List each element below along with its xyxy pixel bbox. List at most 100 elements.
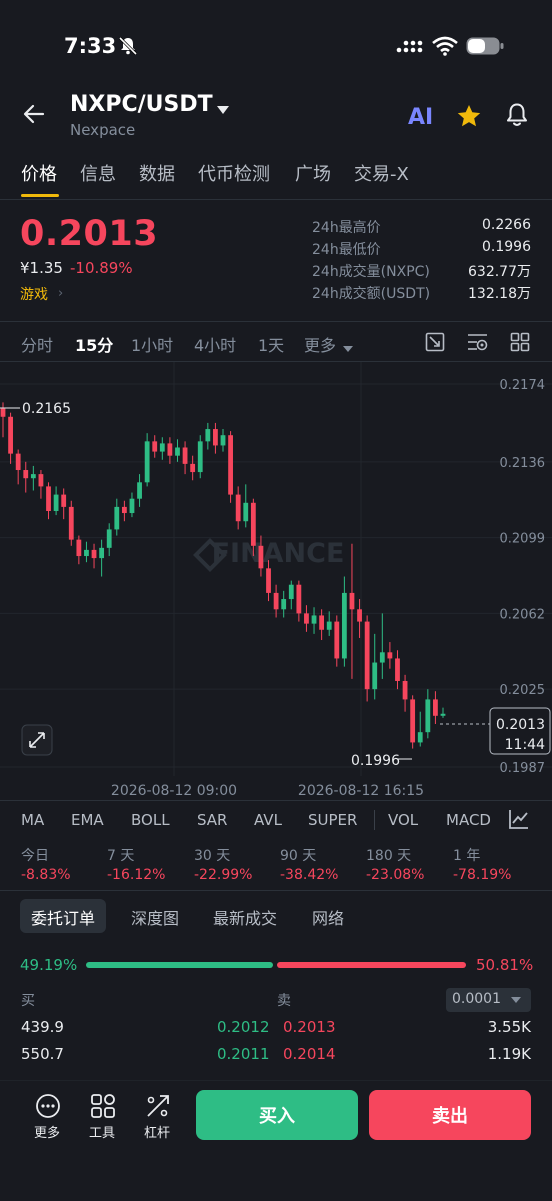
indicator-sar[interactable]: SAR	[197, 811, 227, 829]
back-arrow-icon[interactable]	[22, 102, 46, 130]
candles	[0, 402, 446, 749]
stat-volume-label: 24h成交量(NXPC)	[312, 264, 430, 280]
y-tick-label: 0.2062	[500, 607, 546, 622]
candle-body	[349, 592, 355, 610]
candle-body	[258, 545, 264, 569]
interval-15m[interactable]: 15分	[75, 332, 113, 356]
alert-bell-icon[interactable]	[505, 102, 529, 132]
candle-body	[205, 429, 211, 442]
y-tick-label: 0.2099	[500, 532, 546, 547]
ask-quantity[interactable]: 3.55K	[488, 1018, 531, 1036]
bid-price[interactable]: 0.2011	[217, 1045, 270, 1063]
indicator-boll[interactable]: BOLL	[131, 811, 170, 829]
y-tick-label: 0.2174	[500, 378, 546, 393]
candle-body	[304, 613, 309, 624]
ask-price[interactable]: 0.2014	[283, 1045, 336, 1063]
pair-title[interactable]: NXPC/USDT	[70, 92, 213, 117]
perf-label-7d: 7 天	[107, 848, 135, 864]
expand-chart-icon[interactable]	[21, 724, 53, 756]
layout-grid-icon[interactable]	[510, 332, 530, 356]
tab-token-check[interactable]: 代币检测	[198, 160, 270, 186]
chevron-down-icon[interactable]	[343, 338, 353, 357]
pair-dropdown-caret-icon[interactable]	[216, 100, 230, 119]
interval-4h[interactable]: 4小时	[194, 332, 236, 356]
sell-ratio: 50.81%	[476, 956, 534, 974]
candle-body	[288, 584, 294, 600]
perf-label-today: 今日	[21, 848, 49, 864]
category-tag[interactable]: 游戏	[20, 284, 48, 304]
tab-order-book[interactable]: 委托订单	[31, 905, 95, 929]
stat-turnover-value: 132.18万	[468, 286, 531, 302]
more-label[interactable]: 更多	[34, 1122, 60, 1141]
candle-body	[220, 435, 226, 446]
tab-network[interactable]: 网络	[312, 905, 344, 929]
candle-body	[296, 584, 302, 614]
indicator-settings-icon[interactable]	[508, 808, 530, 834]
candle-body	[76, 539, 82, 557]
indicator-ema[interactable]: EMA	[71, 811, 104, 829]
drawing-tools-icon[interactable]	[425, 332, 445, 356]
interval-1d[interactable]: 1天	[258, 332, 284, 356]
tab-trade-x[interactable]: 交易-X	[354, 160, 409, 186]
stat-volume-value: 632.77万	[468, 264, 531, 280]
indicator-avl[interactable]: AVL	[254, 811, 282, 829]
candle-body	[84, 549, 89, 557]
candle-body	[129, 498, 135, 514]
leverage-icon[interactable]	[145, 1093, 171, 1123]
candle-body	[311, 615, 317, 624]
candle-body	[38, 474, 44, 487]
bid-price[interactable]: 0.2012	[217, 1018, 270, 1036]
tab-data[interactable]: 数据	[139, 160, 175, 186]
chevron-right-icon[interactable]: ›	[58, 286, 63, 301]
candle-body	[228, 435, 233, 495]
candle-body	[433, 699, 438, 716]
candle-body	[326, 621, 332, 630]
tab-depth-chart[interactable]: 深度图	[131, 905, 179, 929]
ai-assistant-icon[interactable]: AI	[408, 105, 433, 130]
buy-button[interactable]: 买入	[196, 1090, 358, 1140]
more-icon[interactable]	[35, 1093, 61, 1123]
bid-quantity[interactable]: 550.7	[21, 1045, 64, 1063]
indicator-vol[interactable]: VOL	[388, 811, 418, 829]
candle-body	[402, 680, 408, 700]
favorite-star-icon[interactable]	[456, 104, 482, 132]
candle-body	[364, 621, 370, 690]
last-price: 0.2013	[20, 214, 159, 254]
interval-timeline[interactable]: 分时	[21, 332, 53, 356]
sell-button[interactable]: 卖出	[369, 1090, 531, 1140]
tab-info[interactable]: 信息	[80, 160, 116, 186]
precision-select[interactable]: 0.0001	[446, 988, 531, 1012]
tools-icon[interactable]	[90, 1093, 116, 1123]
tab-recent-trades[interactable]: 最新成交	[213, 905, 277, 929]
indicator-macd[interactable]: MACD	[446, 811, 491, 829]
indicator-super[interactable]: SUPER	[308, 811, 357, 829]
stat-low-label: 24h最低价	[312, 242, 381, 258]
chart-settings-icon[interactable]	[467, 332, 489, 356]
candle-body	[91, 549, 97, 559]
bid-quantity[interactable]: 439.9	[21, 1018, 64, 1036]
candle-body	[99, 547, 105, 559]
perf-value-180d: -23.08%	[366, 867, 425, 883]
ask-quantity[interactable]: 1.19K	[488, 1045, 531, 1063]
tools-label[interactable]: 工具	[89, 1122, 115, 1141]
indicator-ma[interactable]: MA	[21, 811, 44, 829]
candle-body	[121, 506, 127, 514]
candle-body	[8, 416, 13, 454]
candle-body	[114, 506, 120, 530]
candle-body	[46, 486, 51, 511]
cellular-signal-icon	[396, 38, 424, 58]
ask-price[interactable]: 0.2013	[283, 1018, 336, 1036]
candle-body	[53, 494, 59, 511]
candle-body	[243, 502, 249, 522]
candle-body	[15, 453, 21, 471]
candlestick-chart[interactable]: FINANCE 0.2174 0.2136 0.2099 0.2062 0.2025 0.…	[0, 362, 552, 802]
tab-price[interactable]: 价格	[21, 160, 57, 186]
candle-body	[159, 443, 165, 452]
interval-1h[interactable]: 1小时	[131, 332, 173, 356]
leverage-label[interactable]: 杠杆	[144, 1122, 170, 1141]
perf-value-1y: -78.19%	[453, 867, 512, 883]
tab-square[interactable]: 广场	[295, 160, 331, 186]
candle-body	[144, 441, 150, 483]
interval-more[interactable]: 更多	[304, 332, 336, 356]
y-tick-label: 0.1987	[500, 761, 546, 776]
